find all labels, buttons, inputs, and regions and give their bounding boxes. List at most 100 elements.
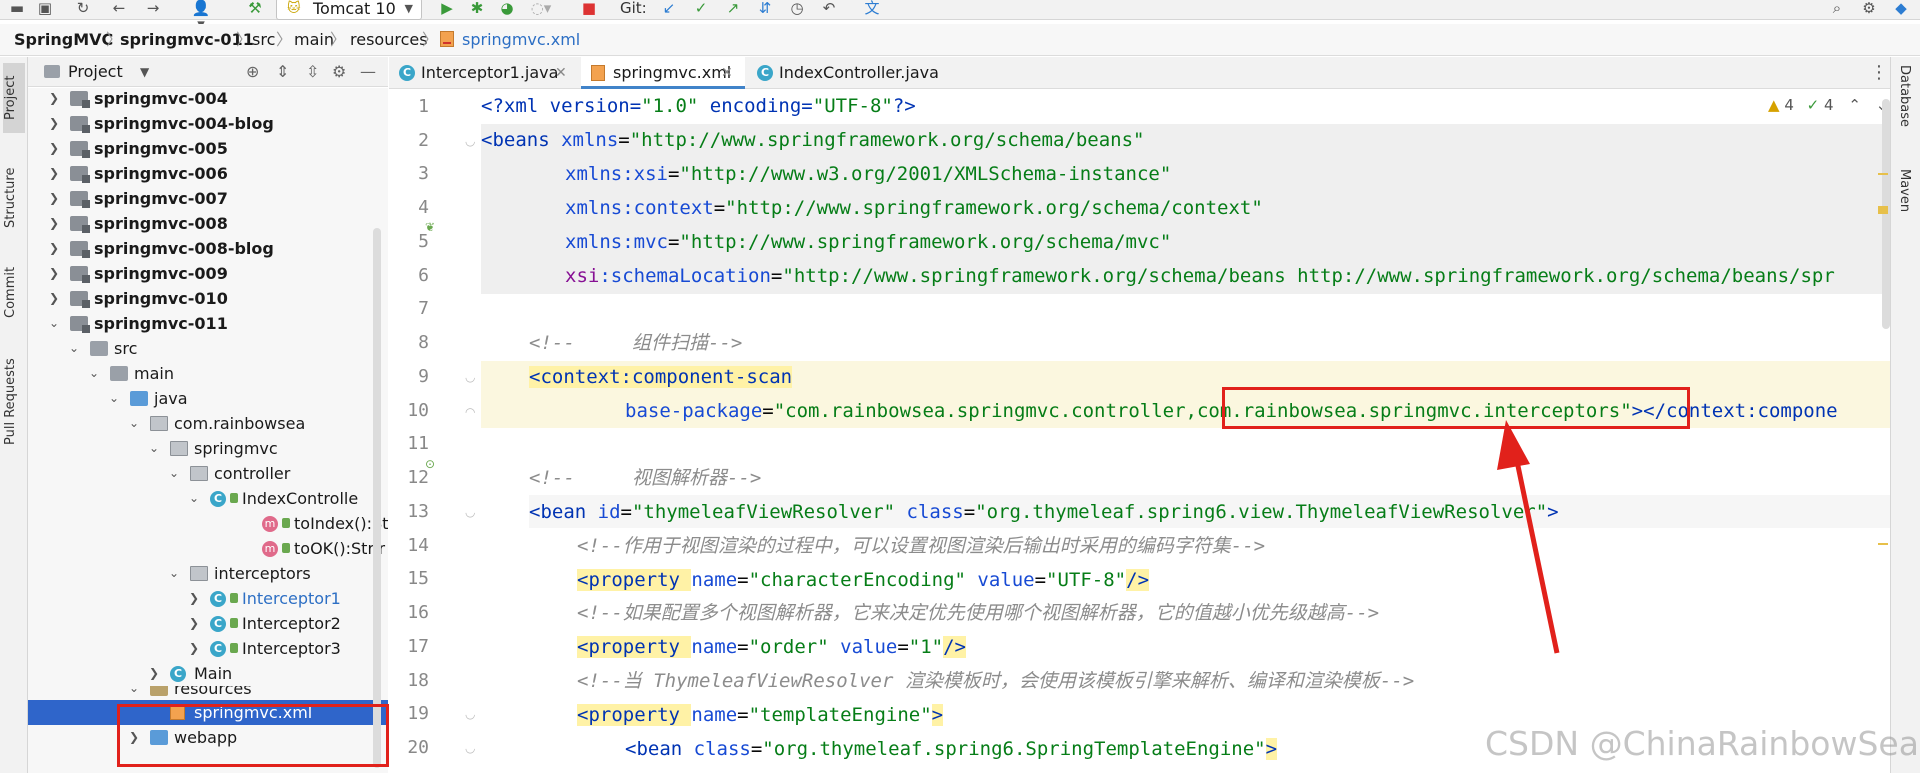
chevron-down-icon[interactable]: ⌄ — [128, 686, 140, 700]
inspection-widget[interactable]: ▲ 4 ✓ 4 ⌃ ⌄ — [1768, 96, 1888, 114]
tool-tab-pull-requests[interactable]: Pull Requests — [3, 347, 25, 457]
chevron-down-icon[interactable]: ⌄ — [168, 561, 180, 586]
search-icon[interactable]: ⌕ — [1828, 0, 1846, 18]
fold-icon[interactable]: ◡ — [465, 741, 475, 755]
tab-indexcontroller[interactable]: C IndexController.java — [747, 57, 957, 89]
tree-item-indexcontroller[interactable]: ⌄ C IndexControlle — [28, 486, 388, 511]
open-folder-icon[interactable]: ▬ — [8, 0, 26, 18]
tree-item-interceptor2[interactable]: ❯ C Interceptor2 — [28, 611, 388, 636]
tree-item-took[interactable]: m toOK():Strir — [28, 536, 388, 561]
error-stripe-mark[interactable] — [1878, 173, 1888, 175]
tree-item-springmvc-009[interactable]: ❯ springmvc-009 — [28, 261, 388, 286]
gear-icon[interactable]: ⚙ — [332, 57, 346, 87]
git-commit-icon[interactable]: ✓ — [692, 0, 710, 18]
chevron-right-icon[interactable]: ❯ — [48, 161, 60, 186]
coverage-icon[interactable]: ◕ — [498, 0, 516, 18]
tree-item-springmvc-006[interactable]: ❯ springmvc-006 — [28, 161, 388, 186]
code-editor[interactable]: <?xml version="1.0" encoding="UTF-8"?> <… — [481, 90, 1895, 773]
tree-item-springmvc-007[interactable]: ❯ springmvc-007 — [28, 186, 388, 211]
chevron-down-icon[interactable]: ⌄ — [128, 411, 140, 436]
chevron-right-icon[interactable]: ❯ — [48, 111, 60, 136]
chevron-down-icon[interactable]: ▼ — [140, 57, 149, 87]
history-icon[interactable]: ◷ — [788, 0, 806, 18]
chevron-down-icon[interactable]: ⌄ — [148, 436, 160, 461]
tree-item-main[interactable]: ⌄ main — [28, 361, 388, 386]
fold-icon[interactable]: ◠ — [465, 405, 475, 419]
expand-all-icon[interactable]: ⇕ — [276, 57, 289, 87]
tree-item-toindex[interactable]: m toIndex():St — [28, 511, 388, 536]
chevron-down-icon[interactable]: ⌄ — [68, 336, 80, 361]
fold-icon[interactable]: ◡ — [465, 707, 475, 721]
chevron-down-icon[interactable]: ⌄ — [88, 361, 100, 386]
more-options-icon[interactable]: ⋮ — [1870, 57, 1888, 89]
spring-bean-icon[interactable]: ❦ — [425, 220, 435, 234]
tree-item-springmvc-package[interactable]: ⌄ springmvc — [28, 436, 388, 461]
fold-icon[interactable]: ◡ — [465, 370, 475, 384]
chevron-right-icon[interactable]: ❯ — [48, 88, 60, 111]
collapse-all-icon[interactable]: ⇳ — [306, 57, 319, 87]
tool-tab-database[interactable]: Database — [1897, 65, 1912, 153]
tree-item-java[interactable]: ⌄ java — [28, 386, 388, 411]
breadcrumb-module[interactable]: springmvc-011 — [120, 24, 254, 56]
debug-icon[interactable]: ✱ — [468, 0, 486, 18]
chevron-down-icon[interactable]: ⌄ — [48, 311, 60, 336]
chevron-up-icon[interactable]: ⌃ — [1848, 96, 1861, 114]
hide-panel-icon[interactable]: — — [360, 57, 376, 87]
gear-icon[interactable]: ⚙ — [1860, 0, 1878, 18]
fold-icon[interactable]: ◡ — [465, 505, 475, 519]
tree-item-src[interactable]: ⌄ src — [28, 336, 388, 361]
chevron-right-icon[interactable]: ❯ — [48, 186, 60, 211]
chevron-down-icon[interactable]: ⌄ — [168, 461, 180, 486]
project-panel-title[interactable]: Project — [68, 57, 123, 87]
git-fetch-icon[interactable]: ⇵ — [756, 0, 774, 18]
forward-icon[interactable]: → — [144, 0, 162, 18]
tree-item-main-class[interactable]: ❯ C Main — [28, 661, 388, 686]
run-configuration-select[interactable]: 🐱 Tomcat 10 ▼ — [276, 0, 422, 20]
tab-springmvc-xml[interactable]: springmvc.xml ✕ — [581, 57, 745, 89]
sync-icon[interactable]: ↻ — [74, 0, 92, 18]
chevron-down-icon[interactable]: ⌄ — [188, 486, 200, 511]
spring-scan-icon[interactable]: ⊙ — [425, 457, 435, 471]
stop-icon[interactable]: ■ — [580, 0, 598, 18]
chevron-right-icon[interactable]: ❯ — [48, 286, 60, 311]
translate-icon[interactable]: 文 — [862, 0, 882, 18]
close-icon[interactable]: ✕ — [555, 57, 567, 89]
git-update-icon[interactable]: ↙ — [660, 0, 678, 18]
error-stripe-mark[interactable] — [1878, 206, 1888, 214]
tree-item-resources[interactable]: ⌄ resources — [28, 686, 388, 700]
chevron-right-icon[interactable]: ❯ — [188, 636, 200, 661]
breadcrumb-resources[interactable]: resources — [350, 24, 428, 56]
chevron-right-icon[interactable]: ❯ — [48, 261, 60, 286]
rollback-icon[interactable]: ↶ — [820, 0, 838, 18]
vcs-user-icon[interactable]: 👤▾ — [188, 0, 214, 32]
fold-icon[interactable]: ◡ — [465, 134, 475, 148]
tree-item-springmvc-008[interactable]: ❯ springmvc-008 — [28, 211, 388, 236]
tool-tab-commit[interactable]: Commit — [3, 257, 25, 327]
save-icon[interactable]: ▣ — [36, 0, 54, 18]
editor-scrollbar[interactable] — [1882, 99, 1890, 329]
chevron-right-icon[interactable]: ❯ — [48, 236, 60, 261]
tree-item-interceptors[interactable]: ⌄ interceptors — [28, 561, 388, 586]
git-push-icon[interactable]: ↗ — [724, 0, 742, 18]
chevron-right-icon[interactable]: ❯ — [188, 611, 200, 636]
tab-interceptor1[interactable]: C Interceptor1.java ✕ — [389, 57, 579, 89]
tree-item-interceptor1[interactable]: ❯ C Interceptor1 — [28, 586, 388, 611]
run-icon[interactable]: ▶ — [438, 0, 456, 18]
chevron-down-icon[interactable]: ⌄ — [108, 386, 120, 411]
chevron-right-icon[interactable]: ❯ — [148, 661, 160, 686]
breadcrumb-main[interactable]: main — [294, 24, 334, 56]
profile-icon[interactable]: ◌▾ — [526, 0, 556, 18]
back-icon[interactable]: ← — [110, 0, 128, 18]
tree-scrollbar[interactable] — [373, 228, 381, 768]
breadcrumb-file[interactable]: springmvc.xml — [462, 24, 580, 56]
tree-item-springmvc-005[interactable]: ❯ springmvc-005 — [28, 136, 388, 161]
chevron-right-icon[interactable]: ❯ — [48, 136, 60, 161]
tree-item-interceptor3[interactable]: ❯ C Interceptor3 — [28, 636, 388, 661]
tool-tab-project[interactable]: Project — [3, 63, 25, 133]
tree-item-springmvc-004[interactable]: ❯ springmvc-004 — [28, 88, 388, 111]
chevron-right-icon[interactable]: ❯ — [188, 586, 200, 611]
breadcrumb-src[interactable]: src — [252, 24, 275, 56]
tool-tab-structure[interactable]: Structure — [3, 153, 25, 243]
tool-tab-maven[interactable]: Maven — [1897, 169, 1912, 249]
jetbrains-logo-icon[interactable]: ◆ — [1892, 0, 1910, 18]
